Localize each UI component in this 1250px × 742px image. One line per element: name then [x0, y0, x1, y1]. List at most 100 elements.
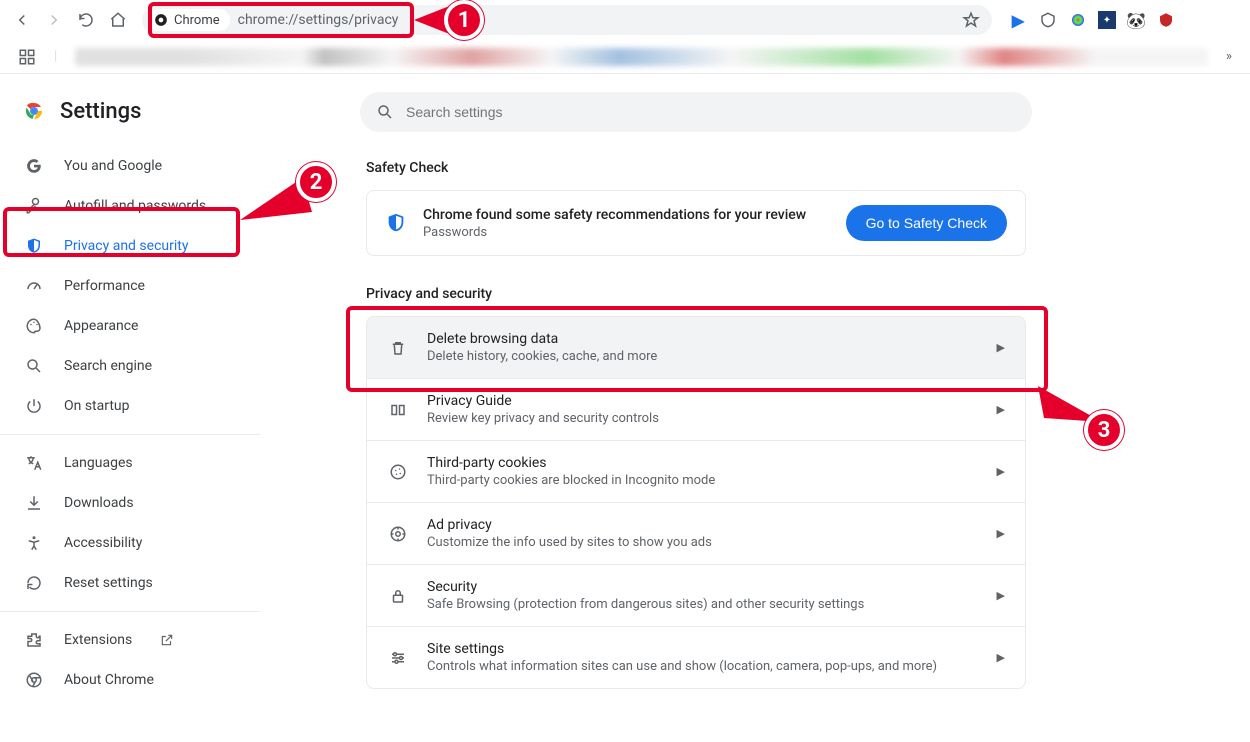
sidebar-item-languages[interactable]: Languages: [0, 443, 260, 483]
chrome-logo-icon: [22, 99, 46, 123]
sidebar-item-label: Reset settings: [64, 575, 153, 591]
sidebar-item-downloads[interactable]: Downloads: [0, 483, 260, 523]
sidebar-item-search-engine[interactable]: Search engine: [0, 346, 260, 386]
forward-button[interactable]: [40, 6, 68, 34]
ext-icon-6[interactable]: [1156, 10, 1176, 30]
sidebar: Settings You and Google Autofill and pas…: [0, 74, 260, 742]
row-ad-privacy[interactable]: Ad privacy Customize the info used by si…: [367, 502, 1025, 564]
chevron-right-icon: ▶: [997, 341, 1005, 354]
callout-number-2: 2: [296, 162, 336, 202]
site-chip[interactable]: Chrome: [148, 9, 230, 31]
extension-icons: ▶ ✦ 🐼: [1008, 10, 1176, 30]
privacy-heading: Privacy and security: [366, 286, 1026, 302]
sidebar-item-label: Privacy and security: [64, 238, 188, 254]
trash-icon: [387, 339, 409, 357]
row-title: Privacy Guide: [427, 393, 979, 409]
row-title: Ad privacy: [427, 517, 979, 533]
row-sub: Review key privacy and security controls: [427, 411, 979, 426]
back-button[interactable]: [8, 6, 36, 34]
accessibility-icon: [24, 534, 44, 552]
google-g-icon: [24, 157, 44, 175]
sidebar-item-about[interactable]: About Chrome: [0, 660, 260, 700]
chrome-outline-icon: [24, 671, 44, 689]
bookmarks-bar: | »: [0, 40, 1250, 74]
sidebar-item-extensions[interactable]: Extensions: [0, 620, 260, 660]
bookmarks-blurred: [75, 48, 1208, 66]
row-title: Site settings: [427, 641, 979, 657]
ext-icon-2[interactable]: [1038, 10, 1058, 30]
sidebar-item-label: About Chrome: [64, 672, 154, 688]
row-site-settings[interactable]: Site settings Controls what information …: [367, 626, 1025, 688]
url-text: chrome://settings/privacy: [238, 12, 399, 28]
ext-icon-3[interactable]: [1068, 10, 1088, 30]
search-icon: [24, 357, 44, 375]
row-delete-browsing-data[interactable]: Delete browsing data Delete history, coo…: [367, 317, 1025, 378]
shield-icon: [24, 237, 44, 255]
sidebar-divider: [0, 434, 260, 435]
privacy-list: Delete browsing data Delete history, coo…: [366, 316, 1026, 689]
cookie-icon: [387, 463, 409, 481]
browser-toolbar: Chrome chrome://settings/privacy ▶ ✦ 🐼: [0, 0, 1250, 40]
reset-icon: [24, 574, 44, 592]
shield-check-icon: [385, 212, 407, 234]
ext-icon-4[interactable]: ✦: [1098, 11, 1116, 29]
row-title: Third-party cookies: [427, 455, 979, 471]
row-sub: Customize the info used by sites to show…: [427, 535, 979, 550]
guide-icon: [387, 401, 409, 419]
row-sub: Delete history, cookies, cache, and more: [427, 349, 979, 364]
sidebar-item-appearance[interactable]: Appearance: [0, 306, 260, 346]
apps-grid-icon[interactable]: [18, 48, 36, 66]
settings-header: Settings: [0, 92, 260, 140]
sidebar-item-label: Search engine: [64, 358, 152, 374]
lock-icon: [387, 587, 409, 605]
sidebar-item-you-and-google[interactable]: You and Google: [0, 146, 260, 186]
power-icon: [24, 397, 44, 415]
search-settings[interactable]: [360, 92, 1032, 132]
row-sub: Third-party cookies are blocked in Incog…: [427, 473, 979, 488]
puzzle-icon: [24, 631, 44, 649]
row-sub: Controls what information sites can use …: [427, 659, 979, 674]
bookmark-star-icon[interactable]: [962, 11, 980, 29]
sidebar-nav: You and Google Autofill and passwords Pr…: [0, 140, 260, 700]
reload-button[interactable]: [72, 6, 100, 34]
bookmarks-overflow-icon[interactable]: »: [1226, 49, 1232, 64]
safety-title: Chrome found some safety recommendations…: [423, 207, 830, 223]
sidebar-item-reset[interactable]: Reset settings: [0, 563, 260, 603]
sidebar-item-autofill[interactable]: Autofill and passwords: [0, 186, 260, 226]
ext-icon-1[interactable]: ▶: [1008, 10, 1028, 30]
search-input[interactable]: [406, 104, 1016, 120]
safety-check-card: Chrome found some safety recommendations…: [366, 190, 1026, 256]
ext-icon-5[interactable]: 🐼: [1126, 10, 1146, 30]
chevron-right-icon: ▶: [997, 651, 1005, 664]
address-bar[interactable]: Chrome chrome://settings/privacy: [142, 5, 992, 35]
row-third-party-cookies[interactable]: Third-party cookies Third-party cookies …: [367, 440, 1025, 502]
sliders-icon: [387, 649, 409, 667]
row-security[interactable]: Security Safe Browsing (protection from …: [367, 564, 1025, 626]
callout-number-1: 1: [444, 0, 484, 40]
sidebar-item-accessibility[interactable]: Accessibility: [0, 523, 260, 563]
row-title: Security: [427, 579, 979, 595]
sidebar-item-on-startup[interactable]: On startup: [0, 386, 260, 426]
sidebar-item-label: On startup: [64, 398, 130, 414]
sidebar-item-privacy[interactable]: Privacy and security: [0, 226, 260, 266]
go-to-safety-check-button[interactable]: Go to Safety Check: [846, 205, 1007, 241]
chevron-right-icon: ▶: [997, 527, 1005, 540]
home-button[interactable]: [104, 6, 132, 34]
site-chip-label: Chrome: [174, 13, 220, 28]
sidebar-item-performance[interactable]: Performance: [0, 266, 260, 306]
row-title: Delete browsing data: [427, 331, 979, 347]
chevron-right-icon: ▶: [997, 465, 1005, 478]
sidebar-item-label: Extensions: [64, 632, 132, 648]
sidebar-item-label: You and Google: [64, 158, 162, 174]
chevron-right-icon: ▶: [997, 403, 1005, 416]
sidebar-item-label: Performance: [64, 278, 145, 294]
row-privacy-guide[interactable]: Privacy Guide Review key privacy and sec…: [367, 378, 1025, 440]
sidebar-item-label: Autofill and passwords: [64, 198, 206, 214]
callout-number-3: 3: [1084, 410, 1124, 450]
row-sub: Safe Browsing (protection from dangerous…: [427, 597, 979, 612]
chevron-right-icon: ▶: [997, 589, 1005, 602]
sidebar-item-label: Appearance: [64, 318, 138, 334]
palette-icon: [24, 317, 44, 335]
search-icon: [376, 103, 394, 121]
sidebar-divider: [0, 611, 260, 612]
